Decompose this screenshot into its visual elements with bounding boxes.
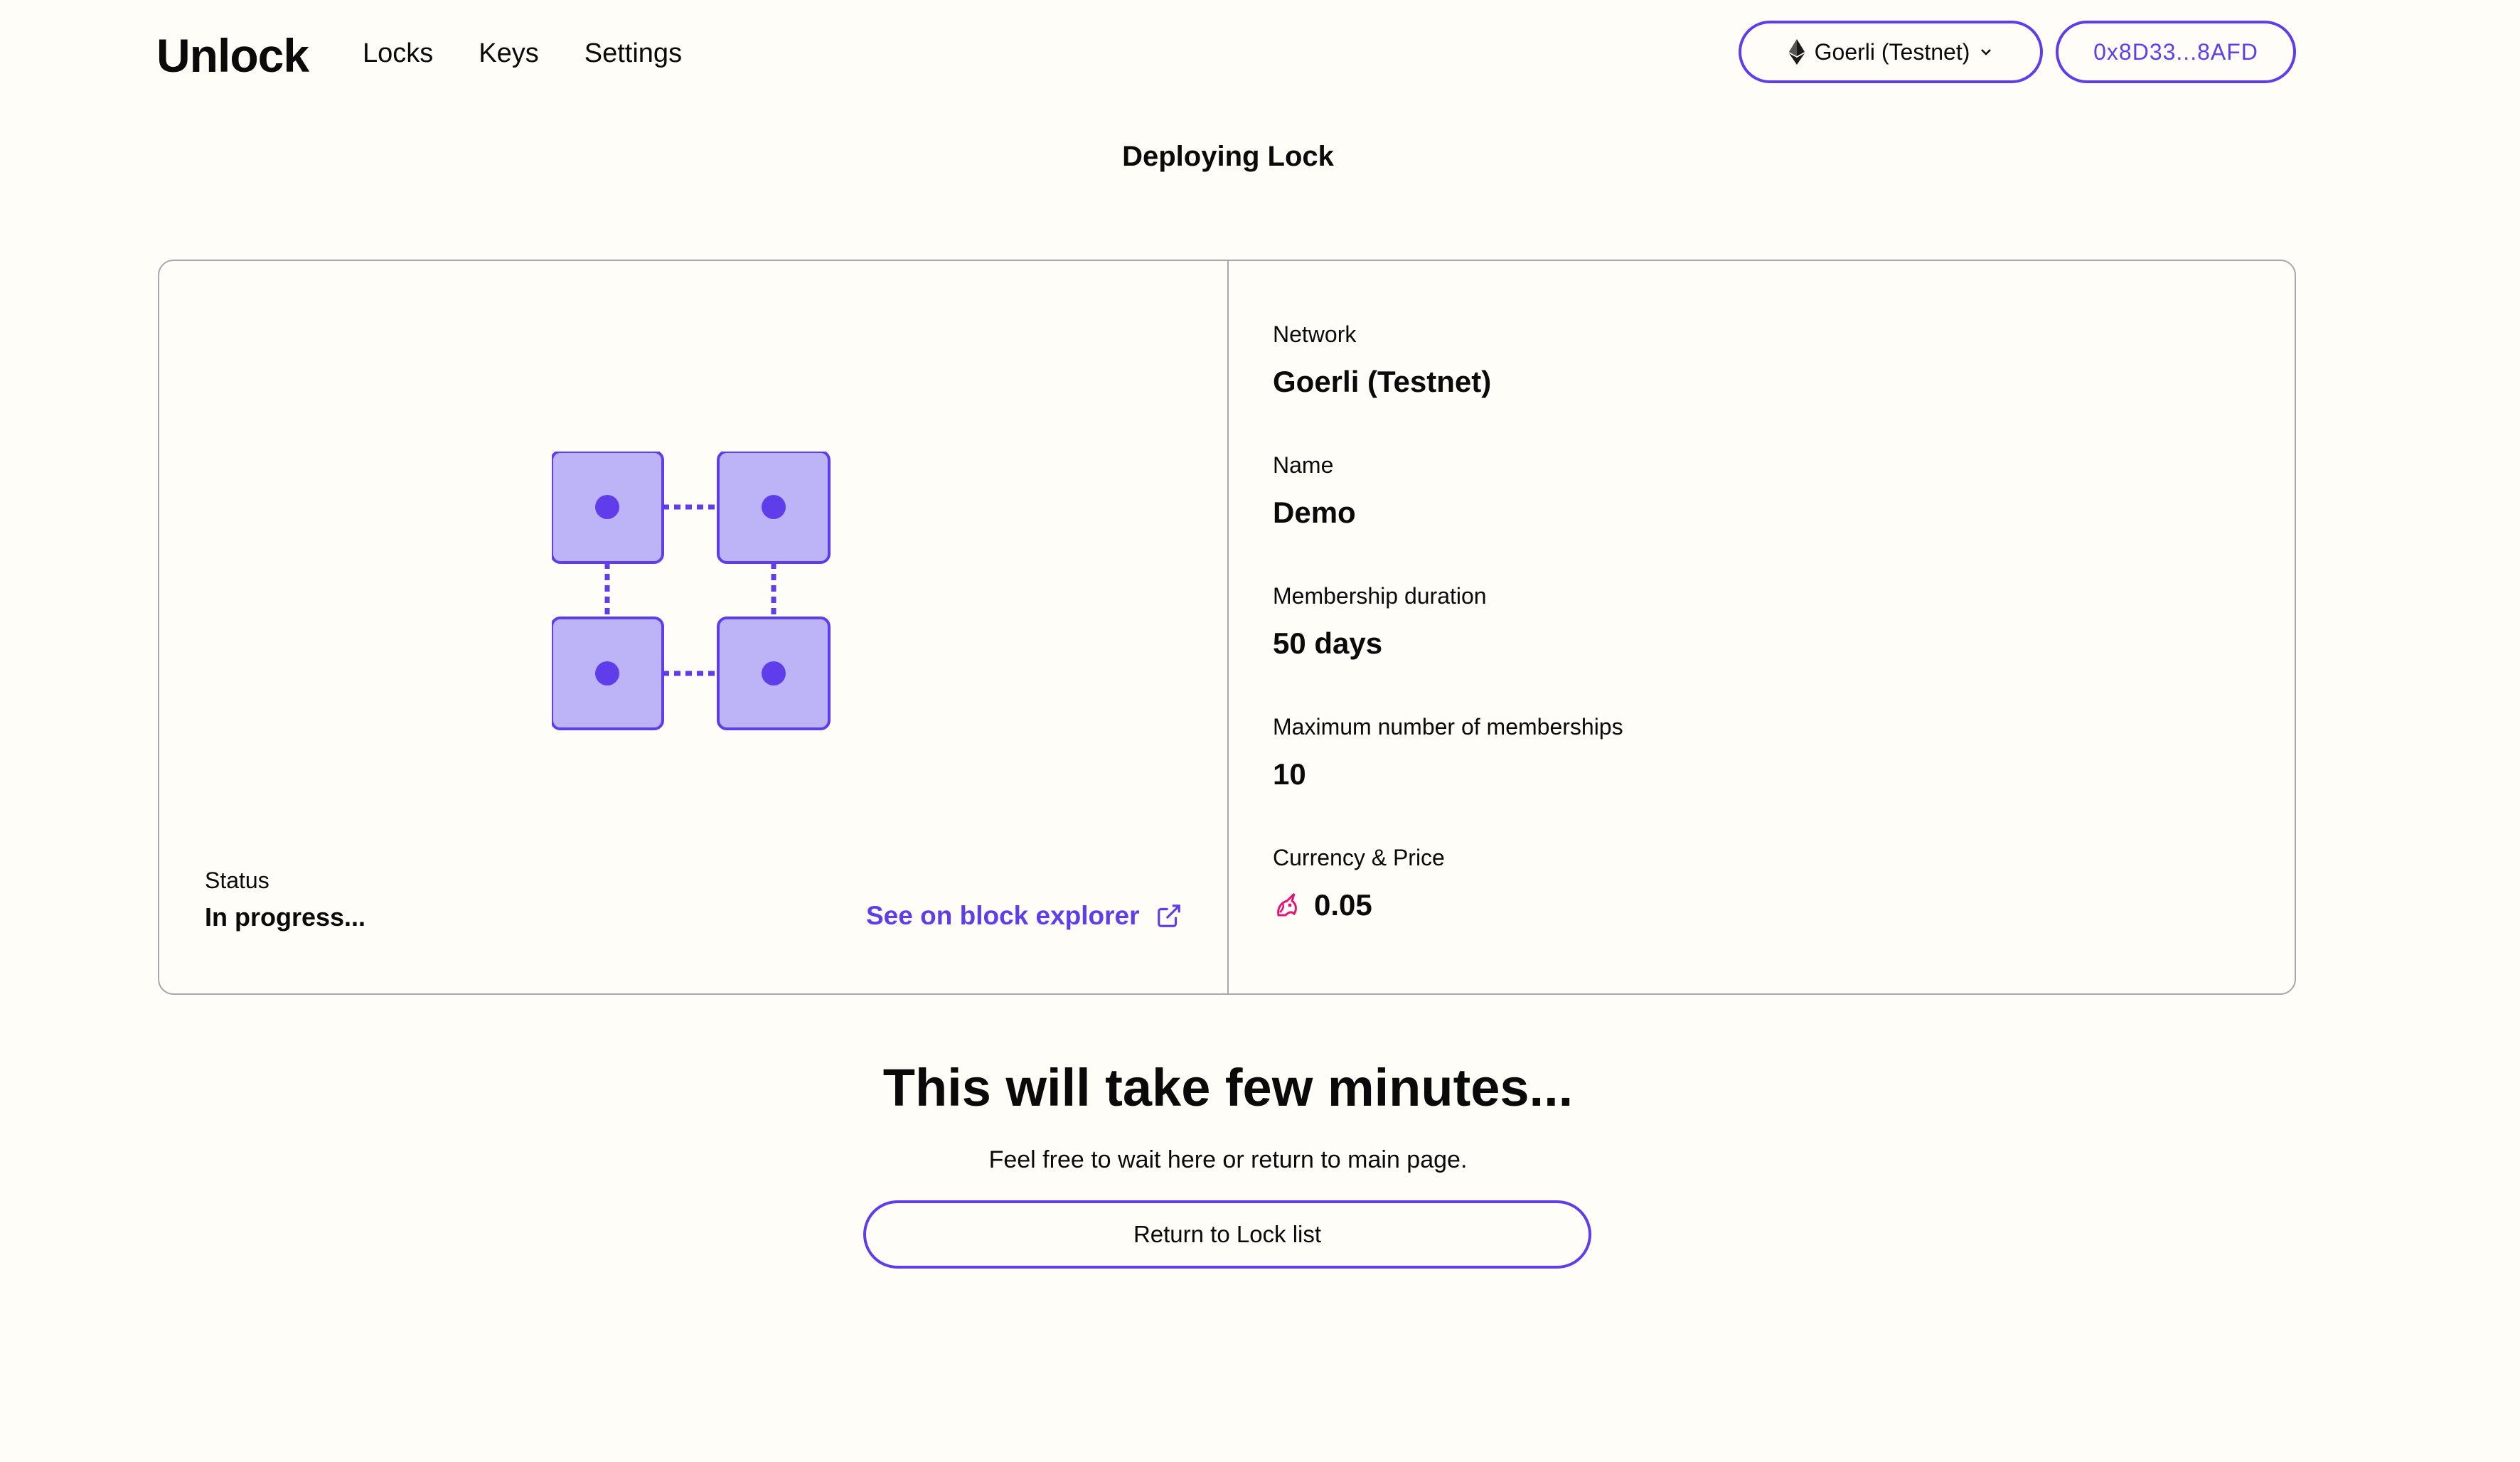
detail-label: Name <box>1273 452 1334 478</box>
detail-name: Name Demo <box>1273 452 1356 530</box>
detail-label: Maximum number of memberships <box>1273 714 1623 740</box>
main-nav: Locks Keys Settings <box>363 38 682 69</box>
top-bar: Unlock Locks Keys Settings Goerli (Testn… <box>0 0 2520 108</box>
chevron-down-icon <box>1981 49 1992 55</box>
block-explorer-link-label: See on block explorer <box>866 901 1140 930</box>
page-title: Deploying Lock <box>1122 141 1334 172</box>
ethereum-icon <box>1788 39 1805 65</box>
detail-value: Demo <box>1273 496 1356 529</box>
detail-label: Network <box>1273 321 1357 347</box>
nav-locks[interactable]: Locks <box>363 38 433 69</box>
detail-value: 10 <box>1273 757 1306 791</box>
unlock-logo[interactable]: Unlock <box>156 28 309 82</box>
status-label: Status <box>205 868 269 893</box>
detail-network: Network Goerli (Testnet) <box>1273 321 1491 399</box>
network-selector-button[interactable]: Goerli (Testnet) <box>1739 21 2043 83</box>
detail-label: Currency & Price <box>1273 845 1445 870</box>
wait-subtext: Feel free to wait here or return to main… <box>988 1146 1468 1173</box>
return-to-lock-list-button[interactable]: Return to Lock list <box>863 1200 1591 1269</box>
detail-value: 0.05 <box>1273 888 1445 922</box>
detail-max-memberships: Maximum number of memberships 10 <box>1273 714 1623 791</box>
detail-value: Goerli (Testnet) <box>1273 365 1492 398</box>
detail-currency-price: Currency & Price 0.05 <box>1273 845 1445 922</box>
deploy-status-card: Status In progress... See on block explo… <box>158 260 2296 995</box>
status-value: In progress... <box>205 902 366 932</box>
block-explorer-link[interactable]: See on block explorer <box>866 901 1182 931</box>
nav-keys[interactable]: Keys <box>479 38 538 69</box>
external-link-icon <box>1157 905 1180 927</box>
detail-label: Membership duration <box>1273 583 1487 609</box>
nav-settings[interactable]: Settings <box>584 38 682 69</box>
detail-membership-duration: Membership duration 50 days <box>1273 583 1487 661</box>
account-button[interactable]: 0x8D33...8AFD <box>2056 21 2296 83</box>
network-selector-label: Goerli (Testnet) <box>1814 38 1970 65</box>
detail-value: 50 days <box>1273 626 1383 660</box>
deploying-blocks-illustration <box>552 452 831 730</box>
card-divider <box>1227 261 1229 993</box>
wait-headline: This will take few minutes... <box>882 1058 1574 1117</box>
unicorn-token-icon <box>1277 892 1297 917</box>
